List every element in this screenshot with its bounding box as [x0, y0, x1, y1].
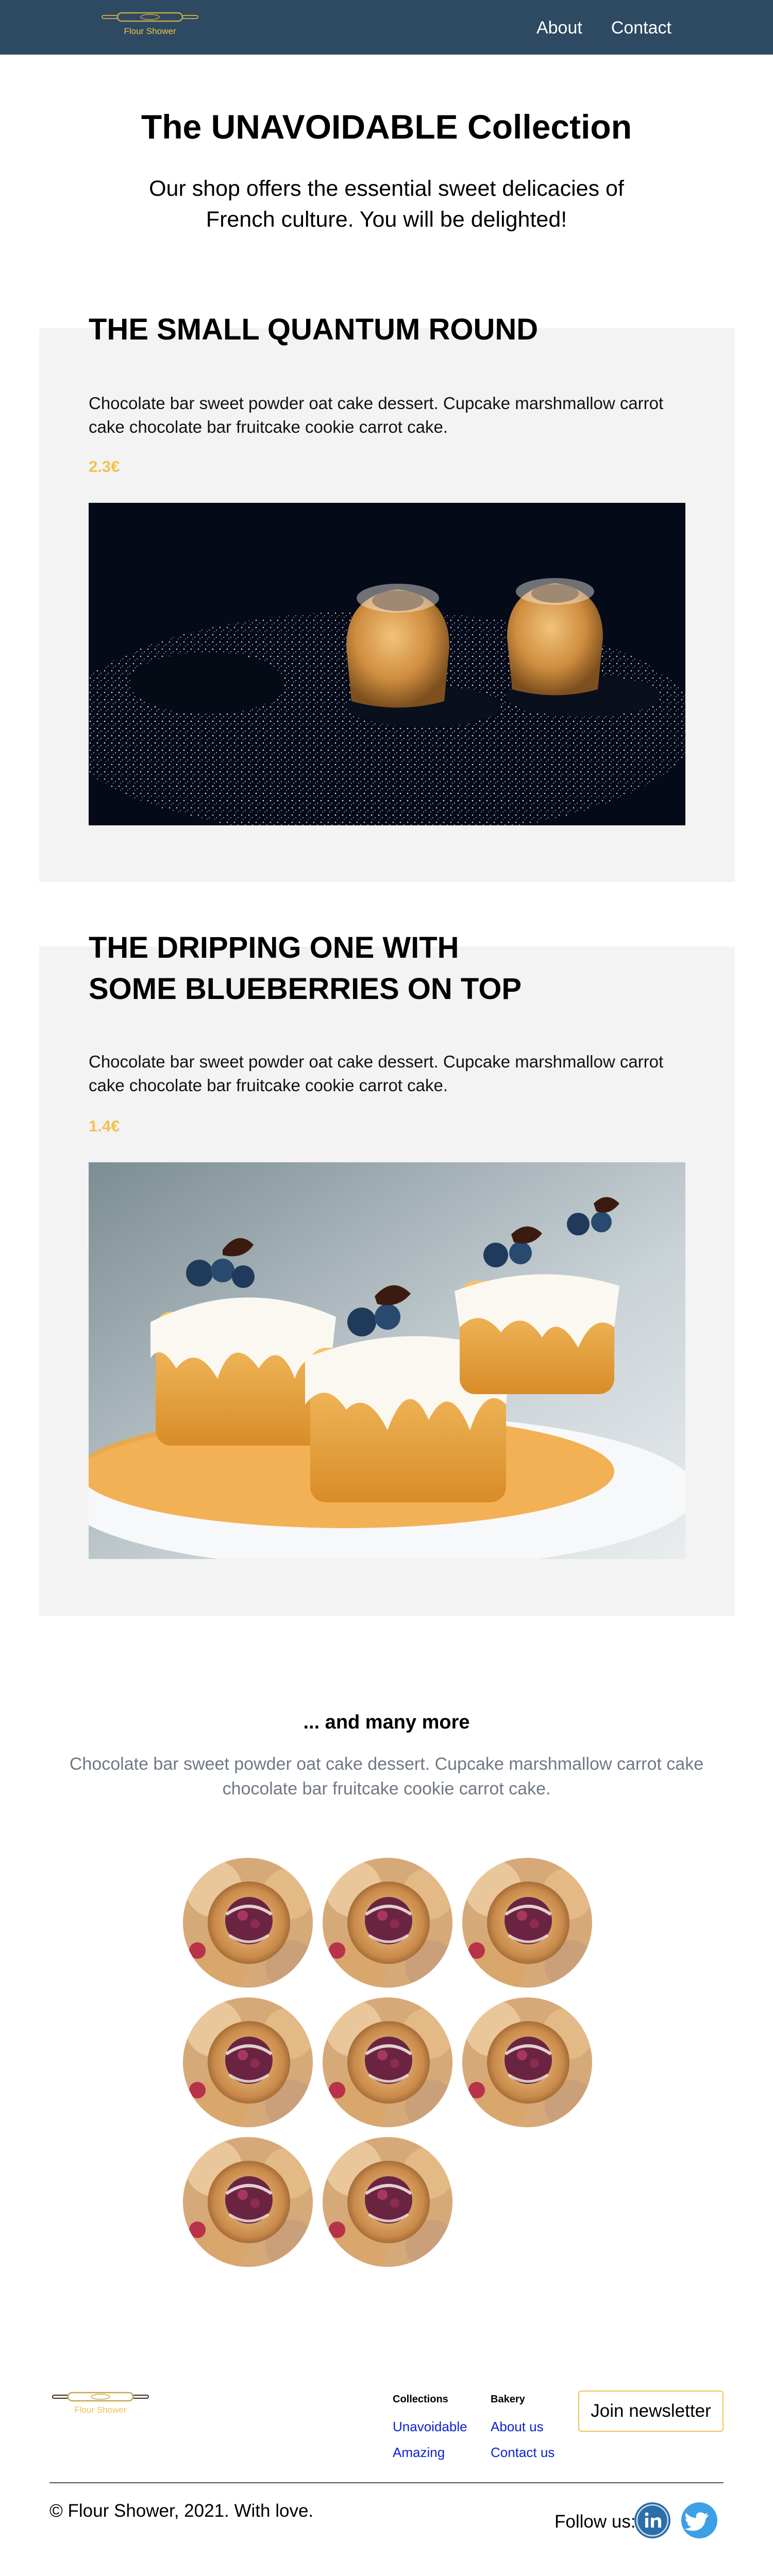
product-thumbnail[interactable]	[323, 1858, 452, 1988]
footer-logo[interactable]: Flour Shower	[52, 2388, 149, 2419]
product-thumbnail[interactable]	[323, 2137, 452, 2267]
product-thumbnail[interactable]	[183, 1858, 313, 1988]
more-heading: ... and many more	[303, 1711, 470, 1733]
copyright-text: © Flour Shower, 2021. With love.	[49, 2501, 314, 2521]
product-image	[89, 1162, 685, 1559]
product-price: 1.4€	[89, 1117, 120, 1135]
product-description: Chocolate bar sweet powder oat cake dess…	[89, 1052, 664, 1095]
join-newsletter-button[interactable]: Join newsletter	[578, 2391, 724, 2432]
follow-label: Follow us:	[554, 2512, 636, 2532]
product-thumbnail[interactable]	[462, 1997, 592, 2127]
product-price: 2.3€	[89, 457, 120, 476]
product-title: THE DRIPPING ONE WITH SOME BLUEBERRIES O…	[89, 931, 522, 1006]
rolling-pin-logo-icon: Flour Shower	[52, 2392, 149, 2415]
product-title: THE SMALL QUANTUM ROUND	[89, 313, 539, 346]
pastry-image	[462, 1858, 592, 1988]
product-thumbnail[interactable]	[462, 1858, 592, 1988]
nav-link-about[interactable]: About	[536, 18, 582, 38]
brand-logo[interactable]: Flour Shower	[101, 8, 199, 40]
pastry-image	[462, 1997, 592, 2127]
footer-divider	[49, 2482, 724, 2483]
nav-link-contact[interactable]: Contact	[611, 18, 671, 38]
linkedin-icon[interactable]	[634, 2502, 671, 2539]
svg-text:Flour Shower: Flour Shower	[124, 26, 176, 36]
twitter-icon[interactable]	[681, 2502, 718, 2539]
pastry-image	[323, 2137, 452, 2267]
footer-link-unavoidable[interactable]: Unavoidable	[393, 2418, 467, 2435]
footer-link-amazing[interactable]: Amazing	[393, 2444, 445, 2461]
rolling-pin-logo-icon: Flour Shower	[102, 12, 198, 36]
more-description: Chocolate bar sweet powder oat cake dess…	[69, 1754, 704, 1799]
footer-link-contact-us[interactable]: Contact us	[491, 2444, 554, 2461]
site-header: Flour Shower About Contact	[0, 0, 773, 55]
pastry-image	[183, 2137, 313, 2267]
pastry-image	[323, 1997, 452, 2127]
product-thumbnail[interactable]	[183, 2137, 313, 2267]
product-thumbnail[interactable]	[183, 1997, 313, 2127]
svg-text:Flour Shower: Flour Shower	[74, 2405, 126, 2415]
blueberry-cakes-image	[89, 1162, 685, 1559]
footer-heading-bakery: Bakery	[491, 2394, 525, 2405]
footer-link-about-us[interactable]: About us	[491, 2418, 544, 2435]
product-image	[89, 503, 685, 825]
footer-heading-collections: Collections	[393, 2394, 448, 2405]
pastry-image	[183, 1997, 313, 2127]
pastry-image	[323, 1858, 452, 1988]
bundt-cakes-image	[89, 503, 685, 825]
product-description: Chocolate bar sweet powder oat cake dess…	[89, 394, 664, 436]
page-subtitle: Our shop offers the essential sweet deli…	[149, 176, 624, 232]
pastry-image	[183, 1858, 313, 1988]
page-title: The UNAVOIDABLE Collection	[141, 108, 632, 146]
product-thumbnail[interactable]	[323, 1997, 452, 2127]
main-nav: About Contact	[536, 18, 671, 38]
